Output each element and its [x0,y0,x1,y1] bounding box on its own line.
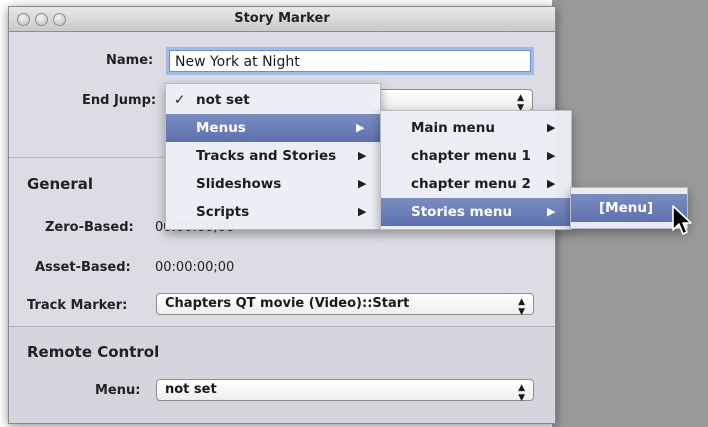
menu-item-tracks-and-stories[interactable]: Tracks and Stories ▶ [166,142,380,170]
mouse-pointer-icon [672,205,692,235]
menu-item-menu-placeholder[interactable]: [Menu] [571,194,687,222]
checkmark-icon: ✓ [174,92,186,108]
menu-item-main-menu[interactable]: Main menu ▶ [381,114,571,142]
zero-based-label: Zero-Based: [45,220,134,235]
menu-item-label: chapter menu 1 [411,148,531,164]
end-jump-label: End Jump: [82,93,157,108]
menu-item-label: not set [196,92,250,108]
submenu-arrow-icon: ▶ [547,177,556,190]
menu-label: Menu: [95,383,141,398]
menu-item-slideshows[interactable]: Slideshows ▶ [166,170,380,198]
submenu-arrow-icon: ▶ [358,205,367,218]
title-bar[interactable]: Story Marker [9,7,555,32]
track-marker-label: Track Marker: [27,298,128,313]
submenu-arrow-icon: ▶ [358,177,367,190]
menu-item-stories-menu[interactable]: Stories menu ▶ [381,198,571,226]
general-heading: General [27,175,93,193]
popup-arrows-icon: ▲ ▼ [518,383,525,403]
submenu-arrow-icon: ▶ [547,121,556,134]
name-input[interactable]: New York at Night [169,50,531,72]
menu-popup-value: not set [165,382,217,397]
end-jump-popup[interactable]: ▲ ▼ [369,89,533,113]
menu-item-menus[interactable]: Menus ▶ [166,114,380,142]
menus-submenu: Main menu ▶ chapter menu 1 ▶ chapter men… [380,110,572,230]
menu-item-label: Menus [196,120,246,136]
track-marker-popup[interactable]: Chapters QT movie (Video)::Start ▲ ▼ [156,293,534,317]
window-title: Story Marker [234,11,330,26]
end-jump-menu: ✓ not set Menus ▶ Tracks and Stories ▶ S… [165,83,381,230]
submenu-arrow-icon: ▶ [547,149,556,162]
name-label: Name: [106,53,154,68]
menu-item-label: [Menu] [599,200,654,216]
menu-item-label: chapter menu 2 [411,176,531,192]
track-marker-value: Chapters QT movie (Video)::Start [165,296,410,311]
asset-based-value: 00:00:00;00 [155,260,235,275]
asset-based-label: Asset-Based: [35,260,131,275]
menu-item-scripts[interactable]: Scripts ▶ [166,198,380,226]
menu-item-label: Scripts [196,204,250,220]
menu-item-chapter-menu-2[interactable]: chapter menu 2 ▶ [381,170,571,198]
submenu-arrow-icon: ▶ [356,121,365,134]
menu-popup[interactable]: not set ▲ ▼ [156,379,534,403]
menu-item-label: Main menu [411,120,495,136]
menu-item-label: Stories menu [411,204,513,220]
submenu-arrow-icon: ▶ [547,205,556,218]
remote-control-heading: Remote Control [27,343,160,361]
menu-item-label: Slideshows [196,176,282,192]
submenu-arrow-icon: ▶ [358,149,367,162]
menu-item-label: Tracks and Stories [196,148,337,164]
menu-item-not-set[interactable]: ✓ not set [166,86,380,114]
remote-control-section: Remote Control Menu: not set ▲ ▼ [9,326,555,423]
menu-item-chapter-menu-1[interactable]: chapter menu 1 ▶ [381,142,571,170]
popup-arrows-icon: ▲ ▼ [518,297,525,317]
